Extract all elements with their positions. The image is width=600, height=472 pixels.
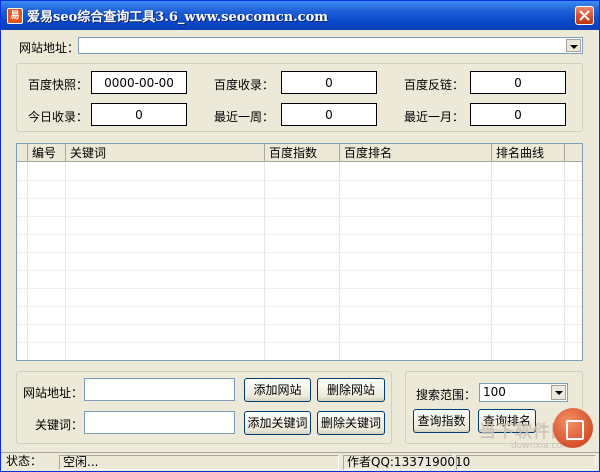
app-window: 易 爱易seo综合查询工具3.6_www.seocomcn.com 网站地址： … (0, 0, 600, 472)
close-button[interactable] (575, 6, 594, 25)
window-title: 爱易seo综合查询工具3.6_www.seocomcn.com (27, 10, 329, 25)
row-line (17, 216, 582, 217)
watermark-logo-icon (553, 408, 593, 448)
last-month-value: 0 (470, 103, 566, 126)
title-bar[interactable]: 易 爱易seo综合查询工具3.6_www.seocomcn.com (1, 1, 599, 30)
row-line (17, 234, 582, 235)
delete-site-button[interactable]: 删除网站 (317, 378, 385, 402)
row-line (17, 180, 582, 181)
table-header-blank (17, 144, 28, 162)
status-bar: 状态： 空闲... 作者QQ:1337190010 (1, 452, 599, 471)
site-address-label: 网站地址： (23, 386, 84, 400)
table-header-filler (565, 144, 582, 162)
table-header-rank-curve[interactable]: 排名曲线 (492, 144, 565, 162)
grid-line (491, 162, 492, 360)
row-line (17, 342, 582, 343)
keyword-label: 关键词： (35, 418, 84, 432)
search-range-select[interactable]: 100 (479, 383, 568, 402)
row-line (17, 324, 582, 325)
baidu-indexed-label: 百度收录： (214, 78, 275, 92)
url-dropdown-button[interactable] (566, 39, 581, 52)
baidu-snapshot-label: 百度快照： (28, 78, 89, 92)
search-range-label: 搜索范围： (416, 388, 477, 402)
add-site-button[interactable]: 添加网站 (244, 378, 311, 402)
delete-keyword-button[interactable]: 删除关键词 (317, 411, 385, 435)
chevron-down-icon (570, 45, 578, 49)
row-line (17, 270, 582, 271)
search-range-value[interactable]: 100 (483, 385, 506, 399)
grid-line (65, 162, 66, 360)
table-header-baidu-rank[interactable]: 百度排名 (340, 144, 492, 162)
row-line (17, 198, 582, 199)
grid-line (264, 162, 265, 360)
status-panel-extra (456, 455, 596, 470)
app-icon: 易 (7, 8, 23, 24)
today-indexed-label: 今日收录： (28, 110, 89, 124)
query-index-button[interactable]: 查询指数 (413, 409, 470, 433)
chevron-down-icon (555, 391, 563, 395)
url-combobox[interactable] (78, 37, 583, 54)
status-value: 空闲... (59, 455, 339, 470)
last-week-label: 最近一周： (214, 110, 275, 124)
url-label: 网站地址： (19, 41, 80, 55)
table-header-id[interactable]: 编号 (28, 144, 66, 162)
today-indexed-value: 0 (91, 103, 187, 126)
search-range-dropdown-button[interactable] (551, 385, 566, 400)
table-header-baidu-index[interactable]: 百度指数 (265, 144, 340, 162)
status-label: 状态： (6, 454, 43, 468)
grid-line (564, 162, 565, 360)
row-line (17, 306, 582, 307)
table-header-keyword[interactable]: 关键词 (66, 144, 265, 162)
baidu-indexed-value: 0 (281, 71, 377, 94)
close-icon (579, 10, 590, 21)
keyword-table[interactable]: 编号 关键词 百度指数 百度排名 排名曲线 (16, 143, 583, 361)
baidu-snapshot-value: 0000-00-00 (91, 71, 187, 94)
row-line (17, 252, 582, 253)
last-week-value: 0 (281, 103, 377, 126)
keyword-input[interactable] (84, 411, 235, 434)
add-keyword-button[interactable]: 添加关键词 (244, 411, 311, 435)
grid-line (339, 162, 340, 360)
grid-line (27, 162, 28, 360)
author-info: 作者QQ:1337190010 (343, 455, 470, 470)
baidu-backlinks-value: 0 (470, 71, 566, 94)
baidu-backlinks-label: 百度反链： (404, 78, 465, 92)
last-month-label: 最近一月： (404, 110, 465, 124)
row-line (17, 288, 582, 289)
site-address-input[interactable] (84, 378, 235, 401)
